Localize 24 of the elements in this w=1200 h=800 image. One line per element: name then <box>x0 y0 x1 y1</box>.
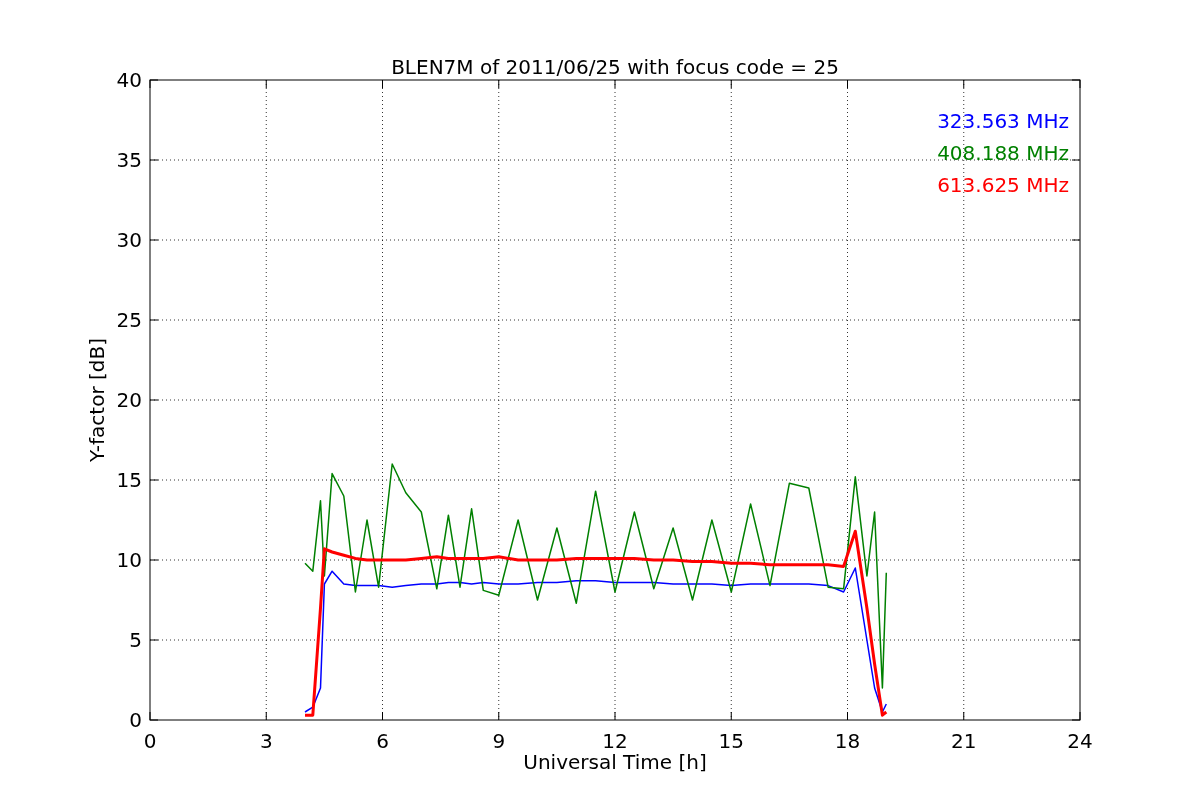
tick-label: 30 <box>116 228 142 252</box>
tick-label: 35 <box>116 148 142 172</box>
legend-label: 323.563 MHz <box>937 109 1069 133</box>
axis-label: Y-factor [dB] <box>85 338 109 462</box>
chart-title: BLEN7M of 2011/06/25 with focus code = 25 <box>391 55 839 79</box>
tick-label: 0 <box>143 729 157 753</box>
tick-label: 10 <box>116 548 142 572</box>
tick-label: 15 <box>116 468 142 492</box>
tick-label: 5 <box>129 628 142 652</box>
tick-label: 21 <box>951 729 977 753</box>
tick-label: 3 <box>259 729 273 753</box>
tick-label: 20 <box>116 388 142 412</box>
tick-label: 25 <box>116 308 142 332</box>
legend-label: 408.188 MHz <box>937 141 1069 165</box>
tick-label: 40 <box>116 68 142 92</box>
tick-label: 0 <box>129 708 142 732</box>
tick-label: 12 <box>602 729 628 753</box>
legend-label: 613.625 MHz <box>937 173 1069 197</box>
axis-label: Universal Time [h] <box>523 750 707 774</box>
tick-label: 6 <box>376 729 389 753</box>
tick-label: 18 <box>834 729 861 753</box>
tick-label: 15 <box>718 729 744 753</box>
tick-label: 9 <box>492 729 506 753</box>
tick-label: 24 <box>1067 729 1093 753</box>
